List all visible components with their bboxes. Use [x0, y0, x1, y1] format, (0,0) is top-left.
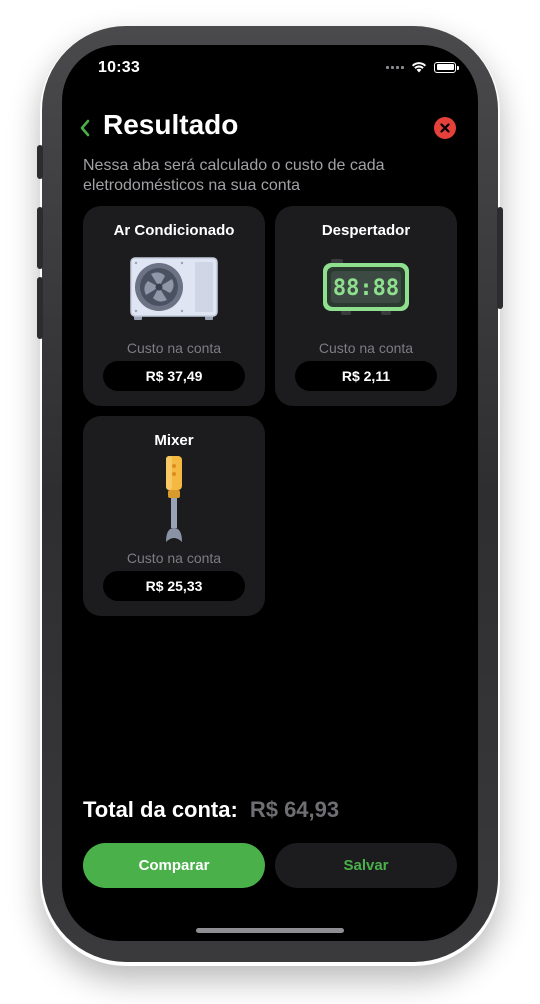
- close-button[interactable]: [434, 117, 456, 139]
- cellular-signal-icon: [386, 65, 404, 69]
- notch: [166, 45, 374, 77]
- page-title: Resultado: [103, 109, 239, 140]
- total-summary: Total da conta: R$ 64,93: [83, 797, 339, 823]
- total-label: Total da conta:: [83, 797, 238, 822]
- close-icon: [440, 123, 450, 133]
- clock-digits: 88:88: [333, 276, 399, 301]
- chevron-left-icon: [80, 119, 90, 137]
- mute-switch: [37, 145, 43, 179]
- total-value: R$ 64,93: [249, 797, 340, 822]
- status-time: 10:33: [98, 59, 140, 76]
- compare-button[interactable]: Comparar: [83, 843, 265, 888]
- alarm-clock-icon: 88:88: [323, 259, 409, 315]
- page-description: Nessa aba será calculado o custo de cada…: [83, 157, 385, 194]
- appliance-name: Ar Condicionado: [113, 222, 235, 239]
- appliance-name: Mixer: [154, 432, 194, 449]
- volume-down-button: [37, 277, 43, 339]
- status-icons: [386, 61, 459, 73]
- volume-up-button: [37, 207, 43, 269]
- hand-blender-icon: [166, 456, 182, 542]
- appliance-card-ar-condicionado[interactable]: Ar Condicionado Custo na conta R$ 37,49: [83, 206, 265, 406]
- appliance-card-despertador[interactable]: Despertador 88:88 Custo na conta R$ 2,11: [275, 206, 457, 406]
- power-button: [497, 207, 503, 309]
- cost-value: R$ 25,33: [103, 571, 245, 601]
- cost-label: Custo na conta: [318, 340, 414, 356]
- back-button[interactable]: [76, 119, 94, 137]
- battery-icon: [434, 61, 459, 73]
- cost-value: R$ 2,11: [295, 361, 437, 391]
- app-screen: 10:33 Resultado Nessa aba será calculado…: [62, 45, 478, 941]
- home-indicator[interactable]: [196, 928, 344, 933]
- wifi-icon: [412, 62, 426, 73]
- cost-label: Custo na conta: [126, 550, 222, 566]
- cost-value: R$ 37,49: [103, 361, 245, 391]
- appliance-card-mixer[interactable]: Mixer Custo na conta R$ 25,33: [83, 416, 265, 616]
- cost-label: Custo na conta: [126, 340, 222, 356]
- save-button[interactable]: Salvar: [275, 843, 457, 888]
- air-conditioner-icon: [130, 257, 218, 320]
- appliance-name: Despertador: [321, 222, 411, 239]
